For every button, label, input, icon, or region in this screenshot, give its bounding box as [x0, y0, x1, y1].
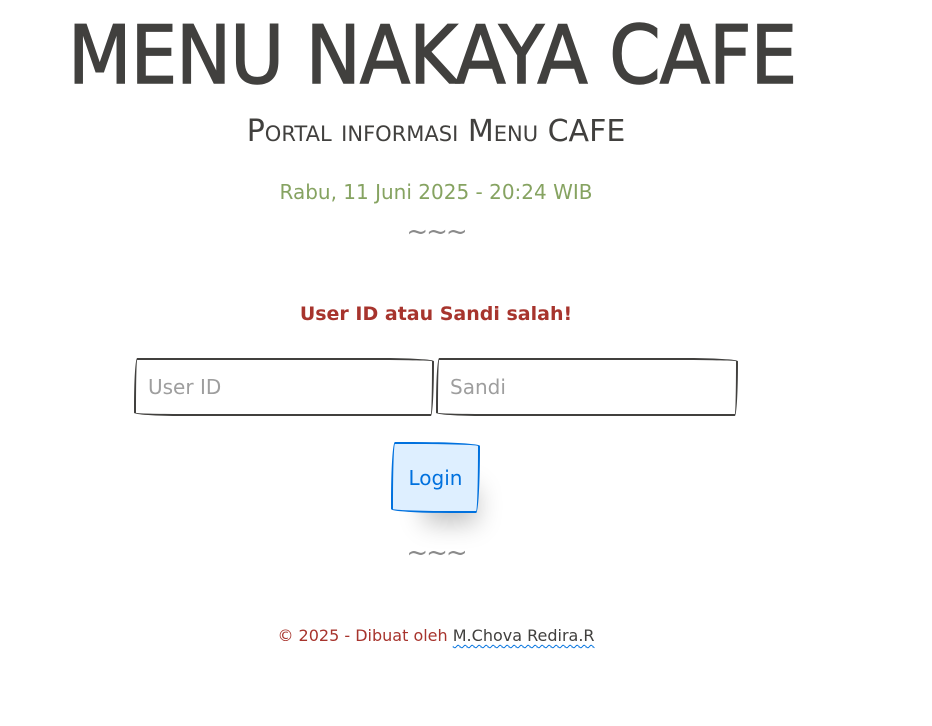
login-error-message: User ID atau Sandi salah! — [299, 303, 573, 325]
page-title: MENU NAKAYA CAFE — [67, 8, 797, 103]
divider-bottom: ~~~ — [406, 538, 467, 568]
footer-copyright: © 2025 - Dibuat oleh — [277, 626, 453, 645]
password-input[interactable] — [436, 358, 738, 416]
login-button[interactable]: Login — [391, 442, 480, 513]
current-datetime: Rabu, 11 Juni 2025 - 20:24 WIB — [279, 180, 593, 204]
page-subtitle: Portal informasi Menu CAFE — [246, 114, 626, 149]
divider-top: ~~~ — [406, 217, 467, 247]
author-link[interactable]: M.Chova Redira.R — [453, 626, 595, 645]
footer: © 2025 - Dibuat oleh M.Chova Redira.R — [0, 623, 872, 649]
user-id-input[interactable] — [134, 358, 434, 416]
